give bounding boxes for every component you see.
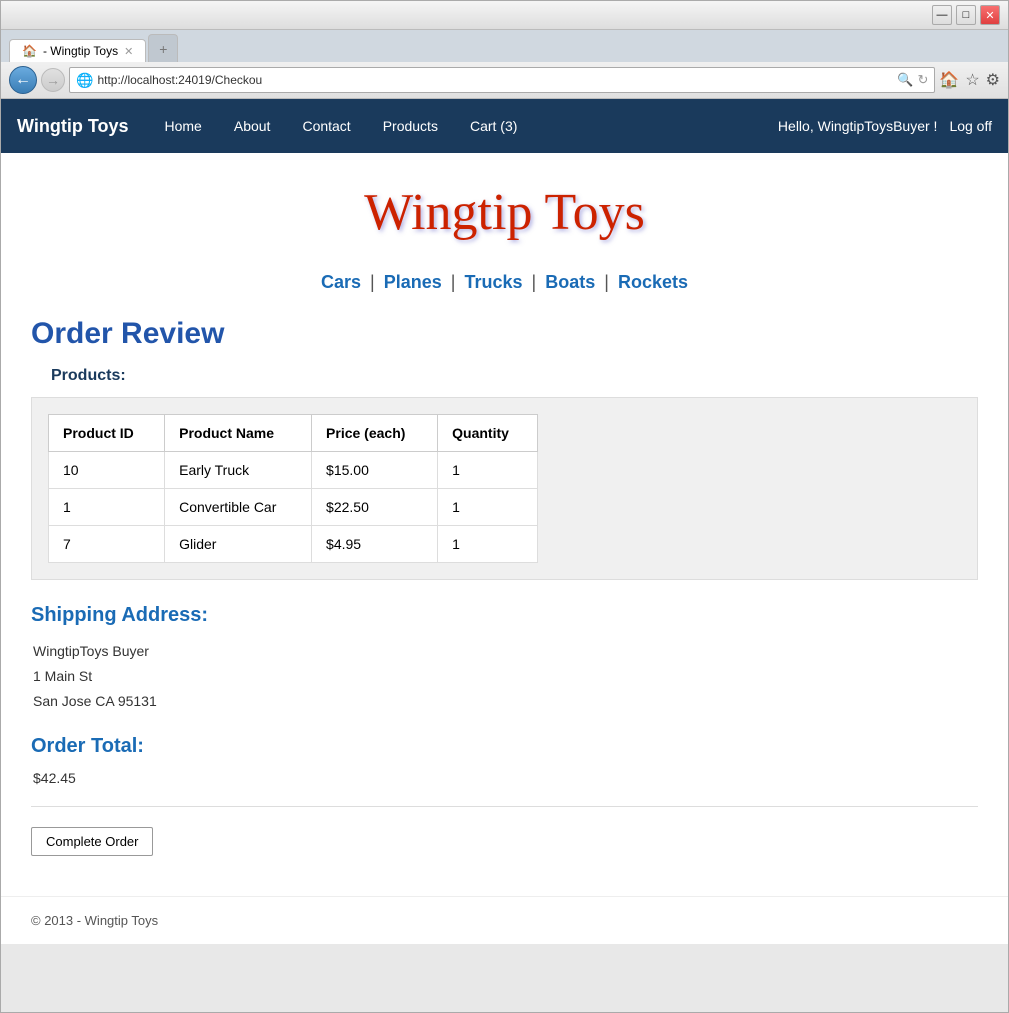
cat-planes-link[interactable]: Planes	[384, 272, 442, 292]
order-total-title: Order Total:	[31, 735, 978, 758]
maximize-button[interactable]: □	[956, 5, 976, 25]
cell-id: 10	[49, 452, 165, 489]
shipping-address1: 1 Main St	[33, 664, 978, 689]
category-links: Cars | Planes | Trucks | Boats | Rockets	[31, 272, 978, 293]
shipping-section: Shipping Address: WingtipToys Buyer 1 Ma…	[31, 604, 978, 715]
cell-qty: 1	[438, 489, 538, 526]
cat-trucks-link[interactable]: Trucks	[464, 272, 522, 292]
shipping-name: WingtipToys Buyer	[33, 639, 978, 664]
nav-about-link[interactable]: About	[218, 102, 287, 150]
tab-icon: 🏠	[22, 44, 37, 58]
cell-price: $15.00	[312, 452, 438, 489]
col-header-id: Product ID	[49, 415, 165, 452]
tab-title: - Wingtip Toys	[43, 44, 118, 58]
main-content: Wingtip Toys Cars | Planes | Trucks | Bo…	[1, 153, 1008, 896]
site-title: Wingtip Toys	[31, 173, 978, 252]
products-table-wrapper: Product ID Product Name Price (each) Qua…	[31, 397, 978, 580]
browser-window: — □ ✕ 🏠 - Wingtip Toys ✕ + ← → 🌐 🔍 ↻ 🏠 ☆…	[0, 0, 1009, 1013]
cell-id: 1	[49, 489, 165, 526]
page-footer: © 2013 - Wingtip Toys	[1, 896, 1008, 944]
col-header-qty: Quantity	[438, 415, 538, 452]
cat-boats-link[interactable]: Boats	[545, 272, 595, 292]
refresh-icon[interactable]: ↻	[917, 72, 928, 88]
close-button[interactable]: ✕	[980, 5, 1000, 25]
browser-titlebar: — □ ✕	[1, 1, 1008, 30]
nav-home-link[interactable]: Home	[149, 102, 218, 150]
cell-qty: 1	[438, 526, 538, 563]
sep1: |	[370, 272, 375, 292]
cell-name: Convertible Car	[165, 489, 312, 526]
order-total-value: $42.45	[33, 770, 978, 786]
products-label: Products:	[51, 367, 978, 385]
sep4: |	[604, 272, 609, 292]
minimize-button[interactable]: —	[932, 5, 952, 25]
cat-rockets-link[interactable]: Rockets	[618, 272, 688, 292]
back-button[interactable]: ←	[9, 66, 37, 94]
address-bar[interactable]: 🌐 🔍 ↻	[69, 67, 935, 93]
sep2: |	[451, 272, 456, 292]
cell-price: $22.50	[312, 489, 438, 526]
table-row: 7 Glider $4.95 1	[49, 526, 538, 563]
main-navbar: Wingtip Toys Home About Contact Products…	[1, 99, 1008, 153]
browser-tab[interactable]: 🏠 - Wingtip Toys ✕	[9, 39, 146, 62]
section-divider	[31, 806, 978, 807]
cat-cars-link[interactable]: Cars	[321, 272, 361, 292]
tab-bar: 🏠 - Wingtip Toys ✕ +	[1, 30, 1008, 62]
nav-products-link[interactable]: Products	[367, 102, 454, 150]
page-title: Order Review	[31, 317, 978, 351]
settings-icon[interactable]: ⚙	[986, 70, 1000, 90]
order-total-section: Order Total: $42.45	[31, 735, 978, 786]
tab-close-button[interactable]: ✕	[124, 45, 133, 58]
sep3: |	[532, 272, 537, 292]
shipping-address2: San Jose CA 95131	[33, 689, 978, 714]
cell-name: Glider	[165, 526, 312, 563]
nav-contact-link[interactable]: Contact	[286, 102, 366, 150]
complete-order-button[interactable]: Complete Order	[31, 827, 153, 856]
home-icon[interactable]: 🏠	[939, 70, 959, 90]
page-icon: 🌐	[76, 72, 93, 89]
forward-button[interactable]: →	[41, 68, 65, 92]
cell-qty: 1	[438, 452, 538, 489]
table-row: 1 Convertible Car $22.50 1	[49, 489, 538, 526]
navbar-brand[interactable]: Wingtip Toys	[17, 116, 129, 137]
shipping-address: WingtipToys Buyer 1 Main St San Jose CA …	[33, 639, 978, 715]
cell-name: Early Truck	[165, 452, 312, 489]
user-greeting: Hello, WingtipToysBuyer !	[778, 118, 938, 134]
new-tab-button[interactable]: +	[148, 34, 178, 62]
browser-window-controls: — □ ✕	[932, 5, 1000, 25]
cell-id: 7	[49, 526, 165, 563]
col-header-price: Price (each)	[312, 415, 438, 452]
shipping-title: Shipping Address:	[31, 604, 978, 627]
search-icon: 🔍	[897, 72, 913, 88]
url-input[interactable]	[97, 73, 893, 87]
cell-price: $4.95	[312, 526, 438, 563]
nav-cart-link[interactable]: Cart (3)	[454, 102, 533, 150]
navbar-links: Home About Contact Products Cart (3)	[149, 102, 778, 150]
app-content: Wingtip Toys Home About Contact Products…	[1, 99, 1008, 944]
logoff-link[interactable]: Log off	[949, 118, 992, 134]
browser-nav-bar: ← → 🌐 🔍 ↻ 🏠 ☆ ⚙	[1, 62, 1008, 99]
table-row: 10 Early Truck $15.00 1	[49, 452, 538, 489]
browser-toolbar-icons: 🏠 ☆ ⚙	[939, 70, 1000, 90]
products-table: Product ID Product Name Price (each) Qua…	[48, 414, 538, 563]
navbar-right: Hello, WingtipToysBuyer ! Log off	[778, 118, 992, 134]
favorites-icon[interactable]: ☆	[965, 70, 979, 90]
col-header-name: Product Name	[165, 415, 312, 452]
